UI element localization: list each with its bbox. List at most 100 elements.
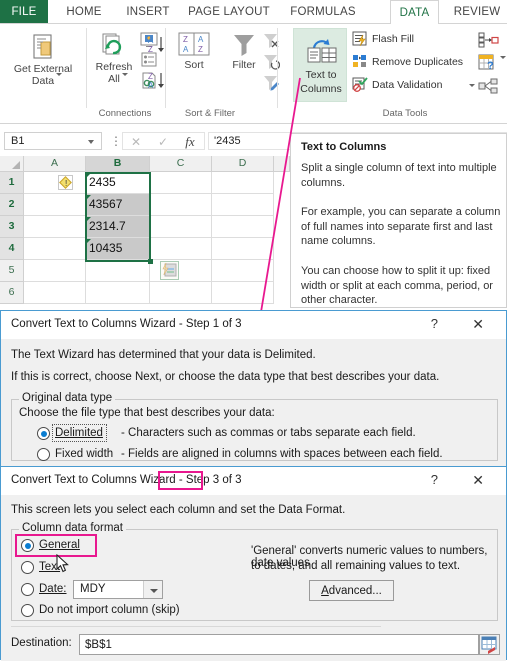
advanced-button[interactable]: Advanced... xyxy=(309,580,394,601)
dialog1-title: Convert Text to Columns Wizard - Step 1 … xyxy=(11,318,242,330)
filter-label: Filter xyxy=(232,59,256,71)
what-if-analysis-button[interactable]: ? xyxy=(478,54,506,71)
dialog2-desc-line2: to dates, and all remaining values to te… xyxy=(251,560,461,572)
cell-c1[interactable] xyxy=(150,172,212,194)
chevron-down-icon[interactable] xyxy=(500,56,506,59)
svg-text:A: A xyxy=(148,81,154,90)
row-header-6[interactable]: 6 xyxy=(0,282,24,304)
cell-b6[interactable] xyxy=(86,282,150,304)
radio-date-label[interactable]: Date: xyxy=(39,583,67,595)
cell-a5[interactable] xyxy=(24,260,86,282)
radio-date[interactable] xyxy=(21,583,34,596)
chevron-down-icon[interactable] xyxy=(88,140,94,144)
radio-fixed-width-label[interactable]: Fixed width xyxy=(55,448,113,460)
close-icon[interactable]: ✕ xyxy=(472,316,484,333)
cancel-icon[interactable]: ✕ xyxy=(123,134,149,150)
cell-d2[interactable] xyxy=(212,194,274,216)
row-header-4[interactable]: 4 xyxy=(0,238,24,260)
error-warning-icon[interactable]: ! xyxy=(58,175,73,190)
destination-input[interactable]: $B$1 xyxy=(79,634,479,655)
chevron-down-icon[interactable] xyxy=(56,73,62,76)
formula-value: '2435 xyxy=(214,135,241,147)
help-icon[interactable]: ? xyxy=(431,316,438,331)
radio-skip-column[interactable] xyxy=(21,604,34,617)
tab-file[interactable]: FILE xyxy=(0,0,48,24)
refresh-all-button[interactable]: Refresh All xyxy=(90,32,138,85)
dialog2-title-post: of 3 xyxy=(219,474,242,486)
chevron-down-icon[interactable] xyxy=(122,73,128,76)
enter-icon[interactable]: ✓ xyxy=(150,134,176,150)
tab-page-layout[interactable]: PAGE LAYOUT xyxy=(184,0,274,24)
cell-d4[interactable] xyxy=(212,238,274,260)
column-header-d[interactable]: D xyxy=(212,156,274,172)
cell-a1[interactable] xyxy=(24,172,86,194)
select-all-corner[interactable] xyxy=(0,156,24,172)
date-format-select[interactable]: MDY xyxy=(73,580,163,599)
get-external-data-label-1: Get External xyxy=(13,63,73,75)
tab-formulas[interactable]: FORMULAS xyxy=(282,0,364,24)
cell-a2[interactable] xyxy=(24,194,86,216)
tab-home[interactable]: HOME xyxy=(56,0,112,24)
cell-d5[interactable] xyxy=(212,260,274,282)
insert-function-icon[interactable]: fx xyxy=(177,134,203,150)
radio-text[interactable] xyxy=(21,561,34,574)
sort-button[interactable]: Z A A Z Sort xyxy=(172,32,216,72)
close-icon[interactable]: ✕ xyxy=(472,472,484,489)
cell-a4[interactable] xyxy=(24,238,86,260)
refresh-all-label-1: Refresh xyxy=(95,61,133,73)
column-header-b[interactable]: B xyxy=(86,156,150,172)
tab-data[interactable]: DATA xyxy=(390,0,439,24)
chevron-down-icon[interactable] xyxy=(143,581,162,598)
formula-bar-expander[interactable]: ⋮ xyxy=(110,134,122,148)
sort-descending-button[interactable]: Z A xyxy=(146,70,168,92)
row-header-2[interactable]: 2 xyxy=(0,194,24,216)
text-to-columns-button[interactable]: Text to Columns xyxy=(293,28,347,102)
row-header-1[interactable]: 1 xyxy=(0,172,24,194)
divider xyxy=(11,626,381,627)
tab-insert[interactable]: INSERT xyxy=(120,0,176,24)
sort-ascending-button[interactable]: A Z xyxy=(146,34,168,56)
tab-review[interactable]: REVIEW xyxy=(447,0,507,24)
wizard-dialog-step3: Convert Text to Columns Wizard - Step 3 … xyxy=(0,466,507,661)
quick-analysis-icon[interactable] xyxy=(160,261,179,280)
flash-fill-button[interactable]: Flash Fill xyxy=(352,31,414,46)
range-selector-button[interactable] xyxy=(479,634,500,655)
cell-c6[interactable] xyxy=(150,282,212,304)
svg-text:Z: Z xyxy=(183,35,188,44)
column-header-e[interactable] xyxy=(274,156,290,172)
cell-b5[interactable] xyxy=(86,260,150,282)
cell-c4[interactable] xyxy=(150,238,212,260)
consolidate-button[interactable] xyxy=(478,32,500,48)
cell-a6[interactable] xyxy=(24,282,86,304)
cell-d3[interactable] xyxy=(212,216,274,238)
column-data-format-label: Column data format xyxy=(19,522,126,534)
radio-skip-column-label[interactable]: Do not import column (skip) xyxy=(39,604,180,616)
wizard-dialog-step1: Convert Text to Columns Wizard - Step 1 … xyxy=(0,310,507,469)
column-header-c[interactable]: C xyxy=(150,156,212,172)
dialog2-line1: This screen lets you select each column … xyxy=(11,504,346,516)
fill-handle[interactable] xyxy=(148,259,153,264)
relationships-button[interactable] xyxy=(478,78,500,95)
cell-d1[interactable] xyxy=(212,172,274,194)
get-external-data-button[interactable]: Get External Data xyxy=(4,32,82,87)
step3-highlight-box xyxy=(158,471,203,490)
help-icon[interactable]: ? xyxy=(431,472,438,487)
cell-a3[interactable] xyxy=(24,216,86,238)
data-validation-button[interactable]: Data Validation xyxy=(352,77,475,92)
mouse-cursor-icon xyxy=(56,554,70,574)
row-header-5[interactable]: 5 xyxy=(0,260,24,282)
cell-d6[interactable] xyxy=(212,282,274,304)
name-box[interactable]: B1 xyxy=(4,132,102,150)
name-box-value: B1 xyxy=(11,135,25,147)
cell-c3[interactable] xyxy=(150,216,212,238)
cell-c2[interactable] xyxy=(150,194,212,216)
radio-delimited[interactable] xyxy=(37,427,50,440)
text-to-columns-label-1: Text to xyxy=(305,69,337,81)
filter-button[interactable]: Filter xyxy=(224,32,264,72)
chevron-down-icon[interactable] xyxy=(469,84,475,87)
radio-fixed-width[interactable] xyxy=(37,448,50,461)
row-header-3[interactable]: 3 xyxy=(0,216,24,238)
radio-delimited-desc: - Characters such as commas or tabs sepa… xyxy=(121,427,416,439)
remove-duplicates-button[interactable]: Remove Duplicates xyxy=(352,55,463,68)
column-header-a[interactable]: A xyxy=(24,156,86,172)
